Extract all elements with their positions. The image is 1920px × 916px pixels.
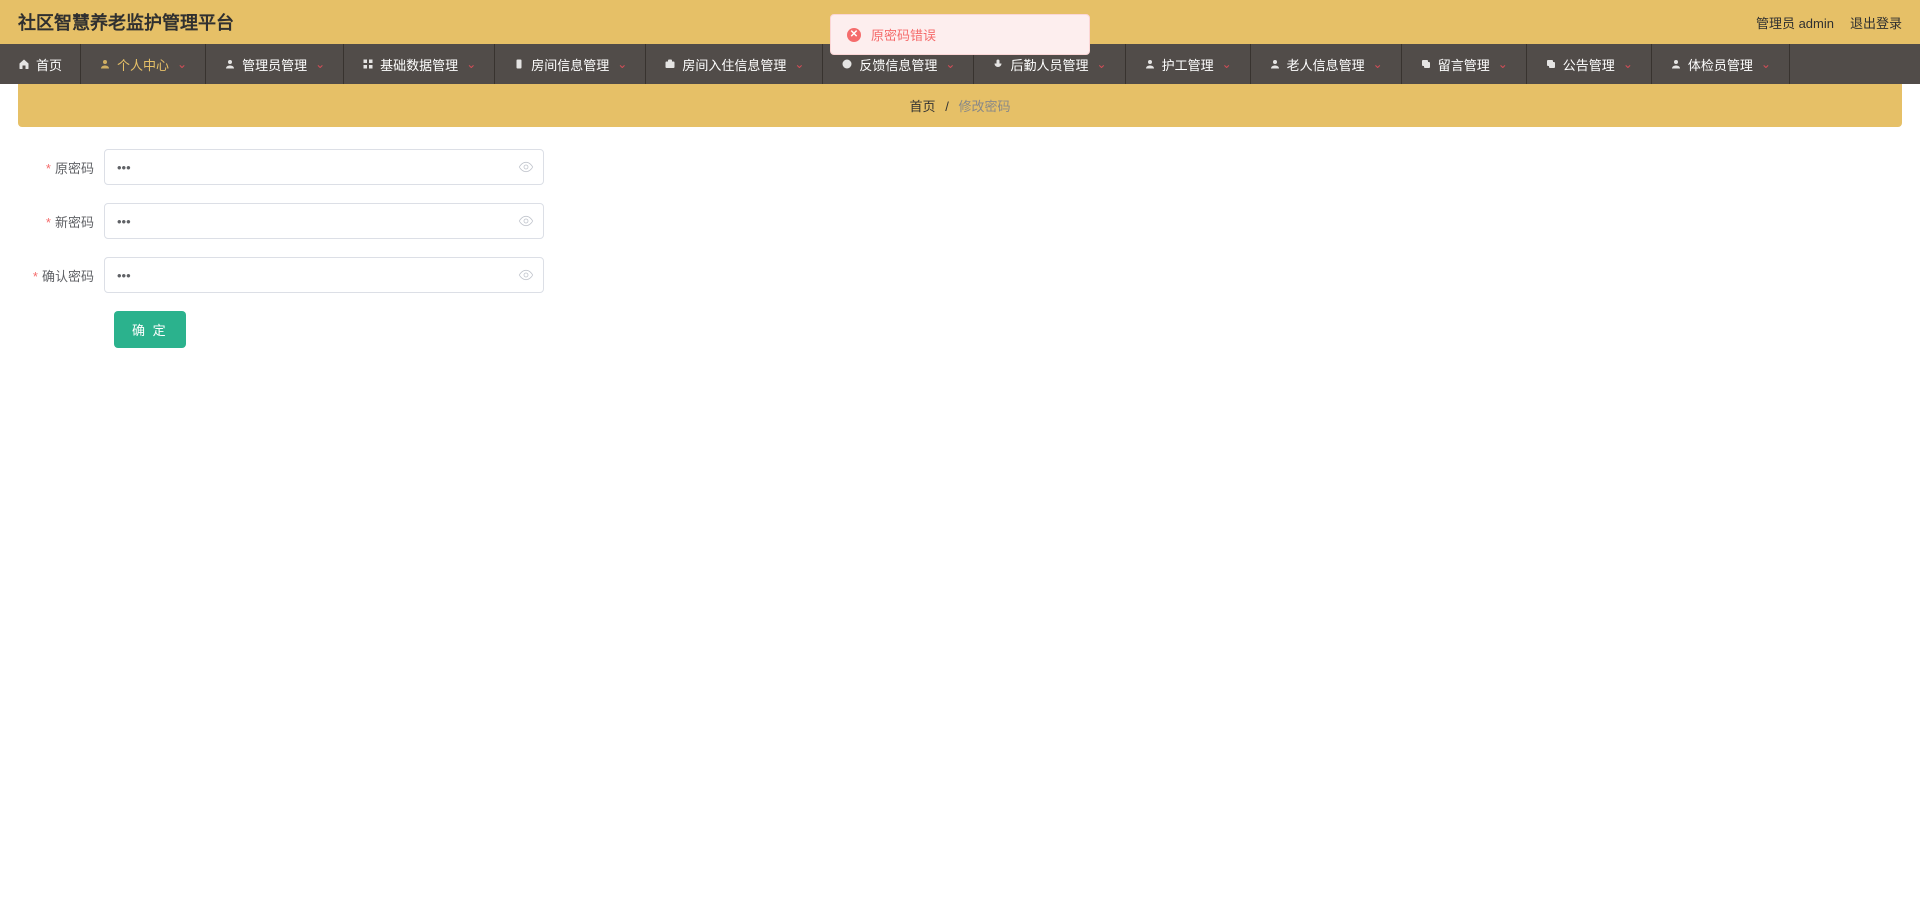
- app-title: 社区智慧养老监护管理平台: [18, 9, 234, 35]
- chevron-down-icon: ⌄: [1097, 57, 1107, 71]
- eye-icon[interactable]: [518, 159, 534, 175]
- nav-item-3[interactable]: 基础数据管理 ⌄: [344, 44, 495, 84]
- breadcrumb: 首页 / 修改密码: [18, 84, 1902, 127]
- chevron-down-icon: ⌄: [1761, 57, 1771, 71]
- nav-label: 房间入住信息管理: [682, 55, 786, 74]
- home-icon: [18, 58, 30, 70]
- nav-label: 基础数据管理: [380, 55, 458, 74]
- chevron-down-icon: ⌄: [945, 57, 955, 71]
- nav-label: 后勤人员管理: [1010, 55, 1088, 74]
- info-icon: [841, 58, 853, 70]
- chevron-down-icon: ⌄: [1623, 57, 1633, 71]
- confirm-password-label: *确认密码: [24, 266, 104, 285]
- chevron-down-icon: ⌄: [1222, 57, 1232, 71]
- chevron-down-icon: ⌄: [1373, 57, 1383, 71]
- nav-item-9[interactable]: 老人信息管理 ⌄: [1251, 44, 1402, 84]
- user-icon: [1144, 58, 1156, 70]
- nav-label: 反馈信息管理: [859, 55, 937, 74]
- nav-label: 老人信息管理: [1287, 55, 1365, 74]
- breadcrumb-current: 修改密码: [958, 99, 1010, 114]
- user-icon: [224, 58, 236, 70]
- nav-item-11[interactable]: 公告管理 ⌄: [1527, 44, 1652, 84]
- grid-icon: [362, 58, 374, 70]
- mic-icon: [992, 58, 1004, 70]
- confirm-password-input[interactable]: [104, 257, 544, 293]
- nav-item-5[interactable]: 房间入住信息管理 ⌄: [646, 44, 823, 84]
- eye-icon[interactable]: [518, 213, 534, 229]
- form-row-new: *新密码: [24, 203, 1896, 239]
- new-password-wrap: [104, 203, 544, 239]
- submit-button[interactable]: 确 定: [114, 311, 186, 348]
- logout-link[interactable]: 退出登录: [1850, 13, 1902, 32]
- nav-label: 公告管理: [1563, 55, 1615, 74]
- eye-icon[interactable]: [518, 267, 534, 283]
- old-password-wrap: [104, 149, 544, 185]
- new-password-input[interactable]: [104, 203, 544, 239]
- case-icon: [664, 58, 676, 70]
- nav-item-0[interactable]: 首页: [0, 44, 81, 84]
- nav-item-4[interactable]: 房间信息管理 ⌄: [495, 44, 646, 84]
- old-password-input[interactable]: [104, 149, 544, 185]
- nav-label: 房间信息管理: [531, 55, 609, 74]
- chevron-down-icon: ⌄: [466, 57, 476, 71]
- toast-text: 原密码错误: [871, 25, 936, 44]
- submit-area: 确 定: [24, 311, 1896, 348]
- new-password-label: *新密码: [24, 212, 104, 231]
- user-icon: [99, 58, 111, 70]
- nav-item-2[interactable]: 管理员管理 ⌄: [206, 44, 344, 84]
- user-icon: [1269, 58, 1281, 70]
- nav-label: 个人中心: [117, 55, 169, 74]
- copy-icon: [1545, 58, 1557, 70]
- nav-item-8[interactable]: 护工管理 ⌄: [1126, 44, 1251, 84]
- chevron-down-icon: ⌄: [617, 57, 627, 71]
- nav-item-12[interactable]: 体检员管理 ⌄: [1652, 44, 1790, 84]
- content: *原密码 *新密码 *确认密码 确 定: [0, 127, 1920, 370]
- form-row-old: *原密码: [24, 149, 1896, 185]
- user-icon: [1670, 58, 1682, 70]
- nav-item-10[interactable]: 留言管理 ⌄: [1402, 44, 1527, 84]
- chevron-down-icon: ⌄: [1498, 57, 1508, 71]
- header-actions: 管理员 admin 退出登录: [1756, 13, 1902, 32]
- nav-label: 留言管理: [1438, 55, 1490, 74]
- nav-label: 体检员管理: [1688, 55, 1753, 74]
- confirm-password-wrap: [104, 257, 544, 293]
- chevron-down-icon: ⌄: [794, 57, 804, 71]
- error-icon: ✕: [847, 28, 861, 42]
- chevron-down-icon: ⌄: [177, 57, 187, 71]
- old-password-label: *原密码: [24, 158, 104, 177]
- nav-label: 护工管理: [1162, 55, 1214, 74]
- device-icon: [513, 58, 525, 70]
- nav-label: 管理员管理: [242, 55, 307, 74]
- copy-icon: [1420, 58, 1432, 70]
- chevron-down-icon: ⌄: [315, 57, 325, 71]
- breadcrumb-sep: /: [945, 99, 949, 114]
- nav-item-1[interactable]: 个人中心 ⌄: [81, 44, 206, 84]
- error-toast: ✕ 原密码错误: [830, 14, 1090, 55]
- admin-label[interactable]: 管理员 admin: [1756, 13, 1834, 32]
- form-row-confirm: *确认密码: [24, 257, 1896, 293]
- breadcrumb-home[interactable]: 首页: [910, 99, 936, 114]
- nav-label: 首页: [36, 55, 62, 74]
